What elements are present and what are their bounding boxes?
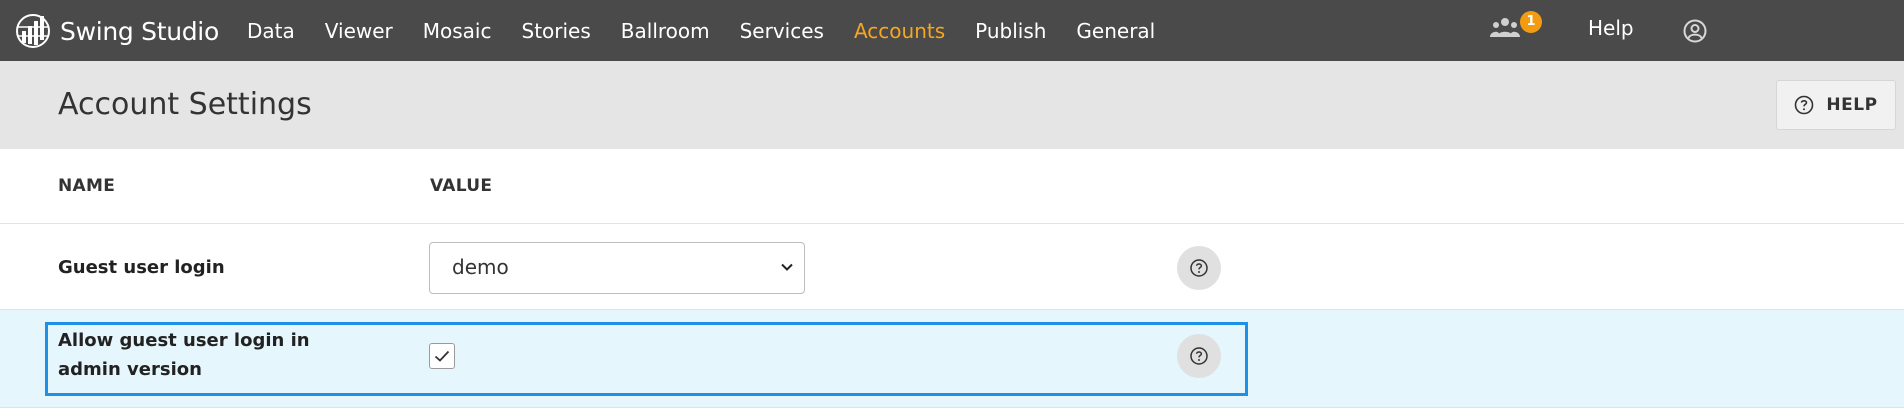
- nav-item-publish[interactable]: Publish: [975, 19, 1046, 43]
- help-button-label: HELP: [1826, 95, 1878, 115]
- brand[interactable]: Swing Studio: [14, 12, 219, 50]
- check-icon: [434, 350, 450, 362]
- guest-user-select[interactable]: demo: [429, 242, 805, 294]
- notification-badge: 1: [1520, 11, 1542, 33]
- allow-guest-login-checkbox[interactable]: [429, 343, 455, 369]
- users-icon: [1490, 18, 1520, 37]
- table-row: Guest user login demo: [0, 224, 1904, 310]
- setting-help-button[interactable]: [1177, 334, 1221, 378]
- nav-item-mosaic[interactable]: Mosaic: [423, 19, 492, 43]
- setting-help-button[interactable]: [1177, 246, 1221, 290]
- nav-item-general[interactable]: General: [1076, 19, 1155, 43]
- help-button[interactable]: HELP: [1776, 80, 1896, 130]
- question-circle-icon: [1795, 95, 1814, 115]
- setting-name: Guest user login: [58, 257, 225, 278]
- column-header-value: VALUE: [430, 176, 493, 196]
- question-circle-icon: [1190, 259, 1208, 277]
- nav-item-data[interactable]: Data: [247, 19, 295, 43]
- column-header-name: NAME: [58, 176, 116, 196]
- chevron-down-icon: [781, 263, 793, 271]
- users-button[interactable]: 1: [1490, 11, 1542, 44]
- page-title: Account Settings: [58, 87, 312, 122]
- table-row-selected: Allow guest user login in admin version: [0, 310, 1904, 408]
- help-link[interactable]: Help: [1588, 16, 1634, 40]
- nav-item-ballroom[interactable]: Ballroom: [621, 19, 710, 43]
- globe-bars-icon: [16, 14, 50, 48]
- top-navigation-bar: Swing Studio Data Viewer Mosaic Stories …: [0, 0, 1904, 61]
- table-header: NAME VALUE: [0, 149, 1904, 224]
- question-circle-icon: [1190, 347, 1208, 365]
- brand-name: Swing Studio: [60, 16, 219, 46]
- nav-item-viewer[interactable]: Viewer: [325, 19, 393, 43]
- user-circle-icon[interactable]: [1683, 19, 1707, 43]
- page-header: Account Settings HELP: [0, 61, 1904, 149]
- nav-item-stories[interactable]: Stories: [522, 19, 591, 43]
- setting-name: Allow guest user login in admin version: [58, 330, 310, 380]
- nav-item-accounts[interactable]: Accounts: [854, 19, 945, 43]
- nav-item-services[interactable]: Services: [740, 19, 824, 43]
- select-value: demo: [452, 255, 509, 279]
- main-nav: Data Viewer Mosaic Stories Ballroom Serv…: [232, 0, 1170, 61]
